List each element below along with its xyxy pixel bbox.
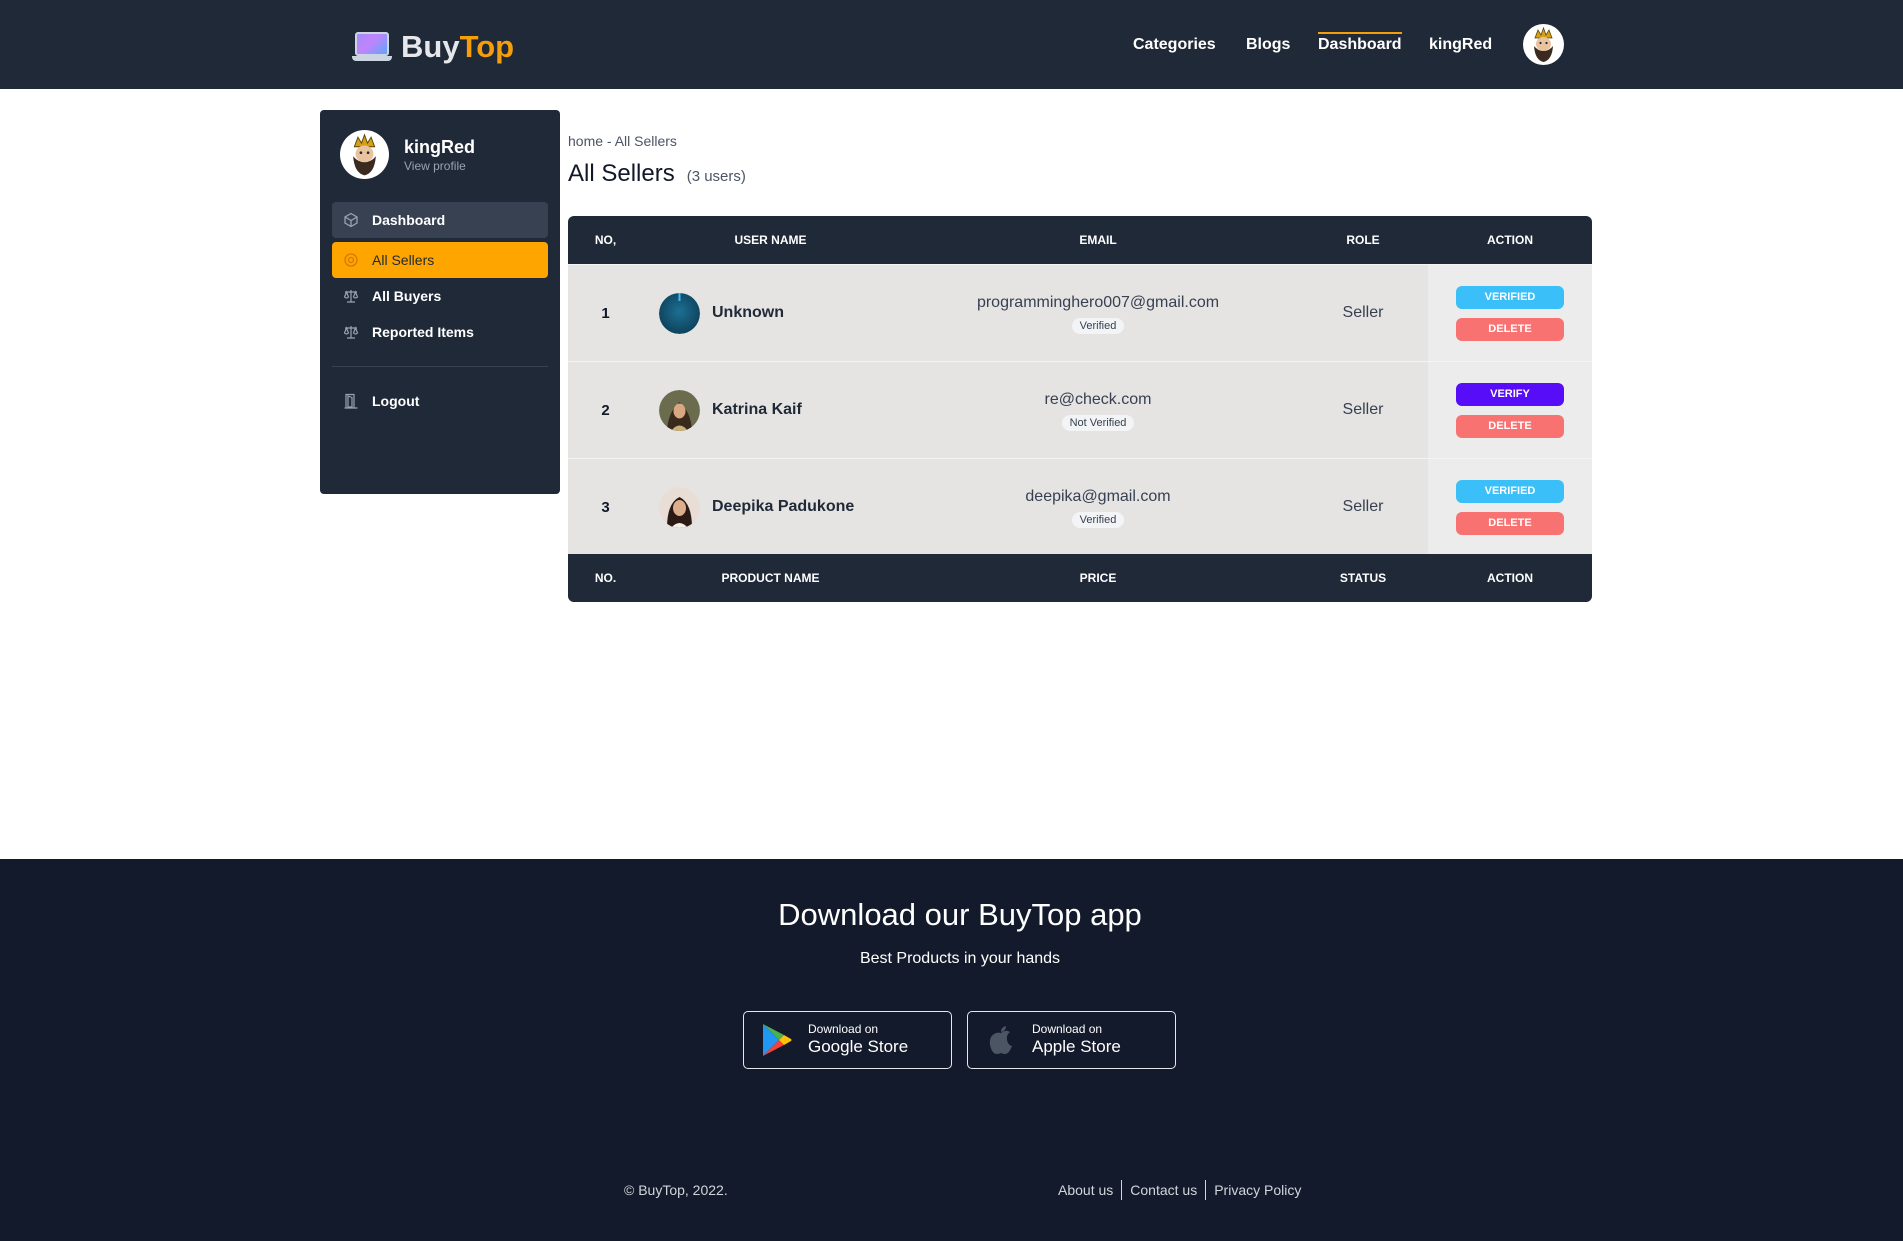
store-small-text: Download on — [808, 1022, 879, 1036]
divider — [332, 366, 548, 367]
sidebar-item-label: Dashboard — [372, 212, 446, 228]
footer-link-about[interactable]: About us — [1050, 1180, 1121, 1200]
column-header: NO, — [594, 233, 617, 247]
column-header: ROLE — [1346, 233, 1380, 247]
delete-button[interactable]: DELETE — [1456, 317, 1564, 341]
status-badge: Verified — [1071, 512, 1125, 528]
scale-icon — [342, 287, 360, 305]
store-name: Google Store — [808, 1037, 909, 1056]
store-name: Apple Store — [1032, 1037, 1121, 1056]
user-name: Unknown — [712, 304, 784, 321]
role-cell: Seller — [1342, 498, 1384, 515]
nav-categories[interactable]: Categories — [1133, 34, 1216, 56]
footer: Download our BuyTop app Best Products in… — [0, 859, 1903, 1241]
status-badge: Verified — [1071, 318, 1125, 334]
user-name: Deepika Padukone — [712, 498, 855, 515]
footer-subtitle: Best Products in your hands — [859, 950, 1061, 967]
sidebar-item-all-sellers[interactable]: All Sellers — [332, 242, 548, 278]
avatar — [659, 486, 700, 528]
laptop-icon — [352, 32, 392, 62]
profile-card: kingRed View profile — [340, 130, 475, 179]
user-name: Katrina Kaif — [712, 401, 802, 418]
apple-icon — [984, 1023, 1018, 1057]
column-header: NO. — [594, 571, 617, 585]
avatar[interactable] — [1523, 24, 1564, 65]
scale-icon — [342, 323, 360, 341]
column-header: STATUS — [1339, 571, 1387, 585]
footer-link-contact[interactable]: Contact us — [1121, 1180, 1205, 1200]
role-cell: Seller — [1342, 304, 1384, 321]
nav-username[interactable]: kingRed — [1429, 34, 1492, 56]
sidebar: kingRed View profile Dashboard All Selle… — [320, 110, 560, 494]
gear-icon — [342, 251, 360, 269]
google-play-icon — [760, 1023, 794, 1057]
user-cell: Katrina Kaif — [643, 362, 898, 458]
nav-dashboard[interactable]: Dashboard — [1318, 32, 1402, 56]
email-cell: programminghero007@gmail.com Verified — [898, 265, 1298, 361]
footer-title: Download our BuyTop app — [778, 897, 1142, 932]
column-header: PRICE — [1079, 571, 1117, 585]
avatar[interactable] — [340, 130, 389, 179]
google-store-button[interactable]: Download on Google Store — [743, 1011, 952, 1069]
page-title: All Sellers (3 users) — [568, 160, 746, 188]
column-header: ACTION — [1487, 571, 1533, 585]
status-badge: Not Verified — [1061, 415, 1135, 431]
sidebar-item-dashboard[interactable]: Dashboard — [332, 202, 548, 238]
sidebar-item-label: Reported Items — [372, 324, 474, 340]
row-number: 1 — [601, 304, 610, 322]
table-footer: NO. PRODUCT NAME PRICE STATUS ACTION — [568, 554, 1592, 602]
email-text: re@check.com — [1044, 391, 1152, 408]
action-cell: VERIFIED DELETE — [1428, 459, 1592, 555]
table-row: 3 Deepika Padukone deepika@gmail.com Ver… — [568, 458, 1592, 555]
table-header: NO, USER NAME EMAIL ROLE ACTION — [568, 216, 1592, 264]
verify-button[interactable]: VERIFY — [1456, 382, 1564, 406]
column-header: ACTION — [1487, 233, 1533, 247]
user-cell: Deepika Padukone — [643, 459, 898, 555]
cube-icon — [342, 211, 360, 229]
brand-name: BuyTop — [401, 29, 515, 64]
sidebar-item-all-buyers[interactable]: All Buyers — [332, 278, 548, 314]
delete-button[interactable]: DELETE — [1456, 414, 1564, 438]
email-text: programminghero007@gmail.com — [976, 294, 1220, 311]
email-text: deepika@gmail.com — [1025, 488, 1171, 505]
view-profile-link[interactable]: View profile — [404, 158, 475, 174]
action-cell: VERIFIED DELETE — [1428, 265, 1592, 361]
sidebar-item-label: All Sellers — [372, 252, 435, 268]
avatar — [659, 292, 700, 334]
column-header: PRODUCT NAME — [721, 571, 820, 585]
page-heading: All Sellers — [568, 160, 675, 187]
verified-button[interactable]: VERIFIED — [1456, 285, 1564, 309]
breadcrumb: home - All Sellers — [568, 133, 677, 149]
column-header: EMAIL — [1079, 233, 1117, 247]
apple-store-button[interactable]: Download on Apple Store — [967, 1011, 1176, 1069]
table-row: 1 Unknown programminghero007@gmail.com V… — [568, 264, 1592, 361]
sidebar-item-reported-items[interactable]: Reported Items — [332, 314, 548, 350]
nav-blogs[interactable]: Blogs — [1246, 34, 1290, 56]
sidebar-item-label: All Buyers — [372, 288, 442, 304]
row-number: 2 — [601, 401, 610, 419]
door-icon — [342, 392, 360, 410]
user-count: (3 users) — [686, 168, 746, 185]
column-header: USER NAME — [734, 233, 807, 247]
verified-button[interactable]: VERIFIED — [1456, 479, 1564, 503]
delete-button[interactable]: DELETE — [1456, 511, 1564, 535]
profile-name: kingRed — [404, 136, 476, 157]
top-navbar: BuyTop Categories Blogs Dashboard kingRe… — [0, 0, 1903, 89]
table-row: 2 Katrina Kaif re@check.com Not Verified… — [568, 361, 1592, 458]
user-cell: Unknown — [643, 265, 898, 361]
sidebar-item-logout[interactable]: Logout — [332, 383, 548, 419]
footer-links: About us Contact us Privacy Policy — [1050, 1180, 1309, 1200]
role-cell: Seller — [1342, 401, 1384, 418]
email-cell: deepika@gmail.com Verified — [898, 459, 1298, 555]
email-cell: re@check.com Not Verified — [898, 362, 1298, 458]
avatar — [659, 389, 700, 431]
row-number: 3 — [601, 498, 610, 516]
footer-link-privacy[interactable]: Privacy Policy — [1205, 1180, 1309, 1200]
action-cell: VERIFY DELETE — [1428, 362, 1592, 458]
brand-logo[interactable]: BuyTop — [352, 29, 514, 65]
sellers-table: NO, USER NAME EMAIL ROLE ACTION 1 Unknow… — [568, 216, 1592, 602]
copyright: © BuyTop, 2022. — [624, 1182, 728, 1198]
store-small-text: Download on — [1032, 1022, 1103, 1036]
sidebar-item-label: Logout — [372, 393, 420, 409]
